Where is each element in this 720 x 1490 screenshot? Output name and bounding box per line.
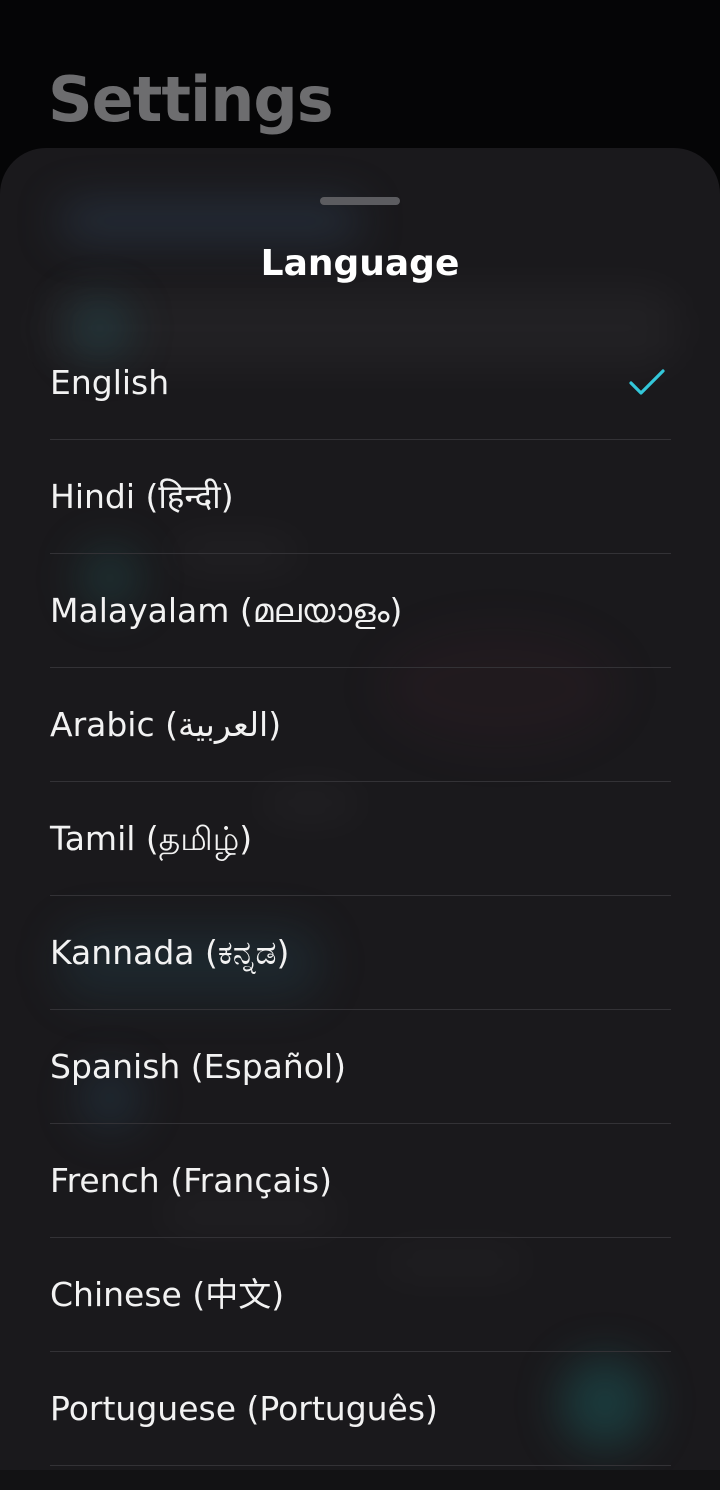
language-option-tamil[interactable]: Tamil (தமிழ்) [50,782,671,896]
drag-handle[interactable] [320,197,400,205]
language-option-label: Arabic (العربية) [50,704,282,744]
language-option-spanish[interactable]: Spanish (Español) [50,1010,671,1124]
language-option-label: Kannada (ಕನ್ನಡ) [50,932,290,972]
language-option-arabic[interactable]: Arabic (العربية) [50,668,671,782]
language-option-label: French (Français) [50,1160,332,1200]
language-list: English Hindi (हिन्दी) Malayalam (മലയാളം… [50,326,671,1466]
language-option-label: Portuguese (Português) [50,1388,438,1428]
language-option-malayalam[interactable]: Malayalam (മലയാളം) [50,554,671,668]
language-option-english[interactable]: English [50,326,671,440]
language-option-hindi[interactable]: Hindi (हिन्दी) [50,440,671,554]
language-option-label: Spanish (Español) [50,1046,347,1086]
check-icon [629,369,665,395]
screen: Settings Language English Hindi (हिन्दी) [0,0,720,1490]
language-option-portuguese[interactable]: Portuguese (Português) [50,1352,671,1466]
language-option-label: Chinese (中文) [50,1274,285,1314]
language-option-chinese[interactable]: Chinese (中文) [50,1238,671,1352]
page-title: Settings [48,63,334,136]
language-option-label: Hindi (हिन्दी) [50,476,234,516]
navigation-bar [0,1470,720,1490]
language-option-kannada[interactable]: Kannada (ಕನ್ನಡ) [50,896,671,1010]
language-bottom-sheet: Language English Hindi (हिन्दी) Malayala… [0,148,720,1490]
sheet-title: Language [260,243,460,284]
language-option-french[interactable]: French (Français) [50,1124,671,1238]
language-option-label: English [50,362,170,402]
language-option-label: Tamil (தமிழ்) [50,818,253,858]
language-option-label: Malayalam (മലയാളം) [50,590,403,630]
